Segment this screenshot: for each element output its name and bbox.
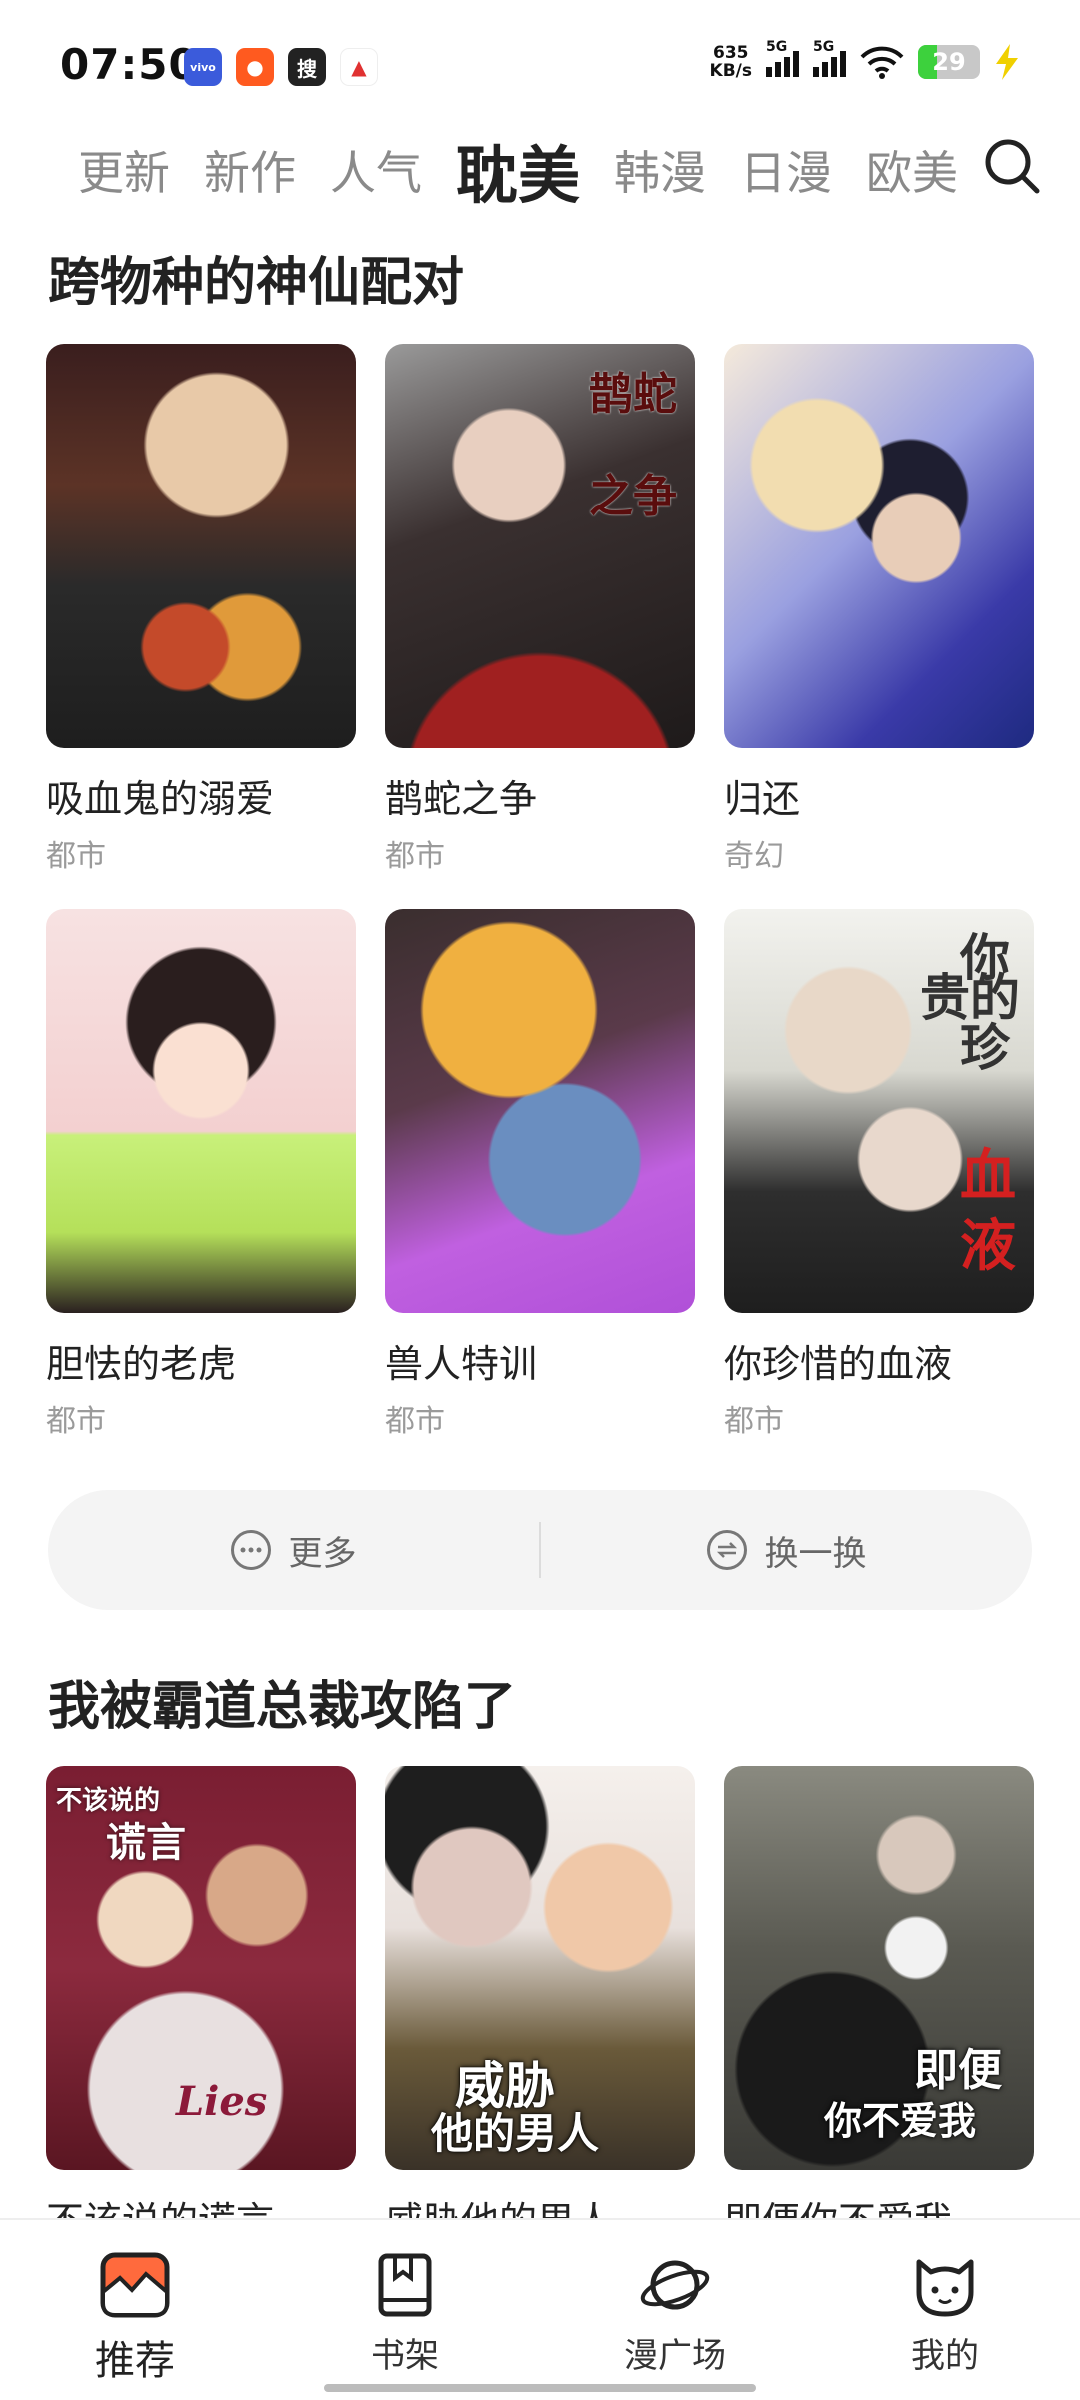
comic-genre: 都市: [46, 1404, 106, 1439]
comic-cover[interactable]: [46, 344, 356, 748]
nav-mine-label: 我的: [911, 2336, 979, 2376]
wifi-icon: [860, 46, 904, 79]
notification-icons: vivo ● 搜 ▲: [184, 48, 378, 86]
bookshelf-icon: [378, 2253, 432, 2317]
section-title-cross-species: 跨物种的神仙配对: [48, 253, 465, 313]
comic-card[interactable]: 即便 你不爱我 即便你不爱我: [724, 1766, 1034, 2245]
vivo-app-icon: vivo: [184, 48, 222, 86]
status-time: 07:50: [60, 40, 199, 89]
more-icon: [230, 1530, 271, 1570]
comic-cover[interactable]: 鹊蛇 之争: [385, 344, 695, 748]
search-app-icon: 搜: [288, 48, 326, 86]
comic-genre: 都市: [46, 839, 106, 874]
store-app-icon: ●: [236, 48, 274, 86]
comic-grid-1: 吸血鬼的溺爱 都市 鹊蛇 之争 鹊蛇之争 都市 归还 奇幻 胆怯的老虎 都市 兽…: [46, 344, 1034, 1440]
refresh-button[interactable]: 换一换: [541, 1526, 1032, 1575]
comic-card[interactable]: 鹊蛇 之争 鹊蛇之争 都市: [385, 344, 695, 875]
tab-korean[interactable]: 韩漫: [614, 137, 706, 203]
nav-recommend[interactable]: 推荐: [0, 2220, 270, 2400]
comic-genre: 都市: [385, 839, 445, 874]
comic-cover[interactable]: [385, 909, 695, 1313]
comic-genre: 都市: [724, 1404, 784, 1439]
comic-card[interactable]: 你珍 贵的 血液 你珍惜的血液 都市: [724, 909, 1034, 1440]
tab-update[interactable]: 更新: [78, 137, 170, 203]
comic-card[interactable]: 归还 奇幻: [724, 344, 1034, 875]
tab-new[interactable]: 新作: [204, 137, 296, 203]
nav-mine[interactable]: 我的: [810, 2220, 1080, 2400]
comic-title[interactable]: 吸血鬼的溺爱: [46, 768, 356, 823]
comic-cover[interactable]: 威胁 他的男人: [385, 1766, 695, 2170]
comic-cover[interactable]: 即便 你不爱我: [724, 1766, 1034, 2170]
section-title-ceo: 我被霸道总裁攻陷了: [48, 1677, 517, 1737]
charging-bolt-icon: [996, 44, 1018, 80]
nav-bookshelf[interactable]: 书架: [270, 2220, 540, 2400]
comic-cover[interactable]: 不该说的 谎言 Lies: [46, 1766, 356, 2170]
tab-popular[interactable]: 人气: [330, 137, 422, 203]
comic-card[interactable]: 胆怯的老虎 都市: [46, 909, 356, 1440]
swap-icon: [706, 1530, 747, 1570]
search-icon[interactable]: [982, 136, 1042, 196]
home-indicator[interactable]: [324, 2384, 756, 2392]
comic-genre: 奇幻: [724, 839, 784, 874]
more-label: 更多: [288, 1533, 357, 1574]
comic-title[interactable]: 胆怯的老虎: [46, 1333, 356, 1388]
nav-recommend-label: 推荐: [95, 2338, 175, 2384]
status-bar: 07:50 vivo ● 搜 ▲ 635 KB/s 5G 5G 29: [0, 0, 1080, 130]
signal-icon-2: 5G: [813, 39, 846, 77]
category-tabs: 更新 新作 人气 耽美 韩漫 日漫 欧美: [78, 120, 978, 220]
network-speed: 635 KB/s: [709, 43, 752, 81]
comic-genre: 都市: [385, 1404, 445, 1439]
comic-title[interactable]: 你珍惜的血液: [724, 1333, 1034, 1388]
comic-grid-2: 不该说的 谎言 Lies 不该说的谎言 威胁 他的男人 威胁他的男人 即便 你不…: [46, 1766, 1034, 2245]
section-action-bar: 更多 换一换: [48, 1490, 1032, 1610]
comic-cover[interactable]: 你珍 贵的 血液: [724, 909, 1034, 1313]
recommend-icon: [100, 2252, 170, 2318]
red-app-icon: ▲: [340, 48, 378, 86]
tab-bl[interactable]: 耽美: [456, 125, 580, 215]
comic-title[interactable]: 归还: [724, 768, 1034, 823]
tab-japanese[interactable]: 日漫: [740, 137, 832, 203]
comic-card[interactable]: 威胁 他的男人 威胁他的男人: [385, 1766, 695, 2245]
more-button[interactable]: 更多: [48, 1526, 539, 1575]
nav-comic-square-label: 漫广场: [624, 2336, 726, 2376]
comic-cover[interactable]: [46, 909, 356, 1313]
comic-title[interactable]: 鹊蛇之争: [385, 768, 695, 823]
comic-cover[interactable]: [724, 344, 1034, 748]
tab-western[interactable]: 欧美: [866, 137, 958, 203]
comic-card[interactable]: 兽人特训 都市: [385, 909, 695, 1440]
signal-icon: 5G: [766, 39, 799, 77]
bottom-navigation: 推荐 书架 漫广场 我的: [0, 2218, 1080, 2400]
cat-profile-icon: [916, 2259, 974, 2317]
nav-comic-square[interactable]: 漫广场: [540, 2220, 810, 2400]
comic-card[interactable]: 吸血鬼的溺爱 都市: [46, 344, 356, 875]
planet-icon: [640, 2260, 710, 2310]
battery-indicator: 29: [918, 45, 980, 79]
comic-card[interactable]: 不该说的 谎言 Lies 不该说的谎言: [46, 1766, 356, 2245]
refresh-label: 换一换: [764, 1533, 867, 1574]
nav-bookshelf-label: 书架: [371, 2336, 439, 2376]
comic-title[interactable]: 兽人特训: [385, 1333, 695, 1388]
